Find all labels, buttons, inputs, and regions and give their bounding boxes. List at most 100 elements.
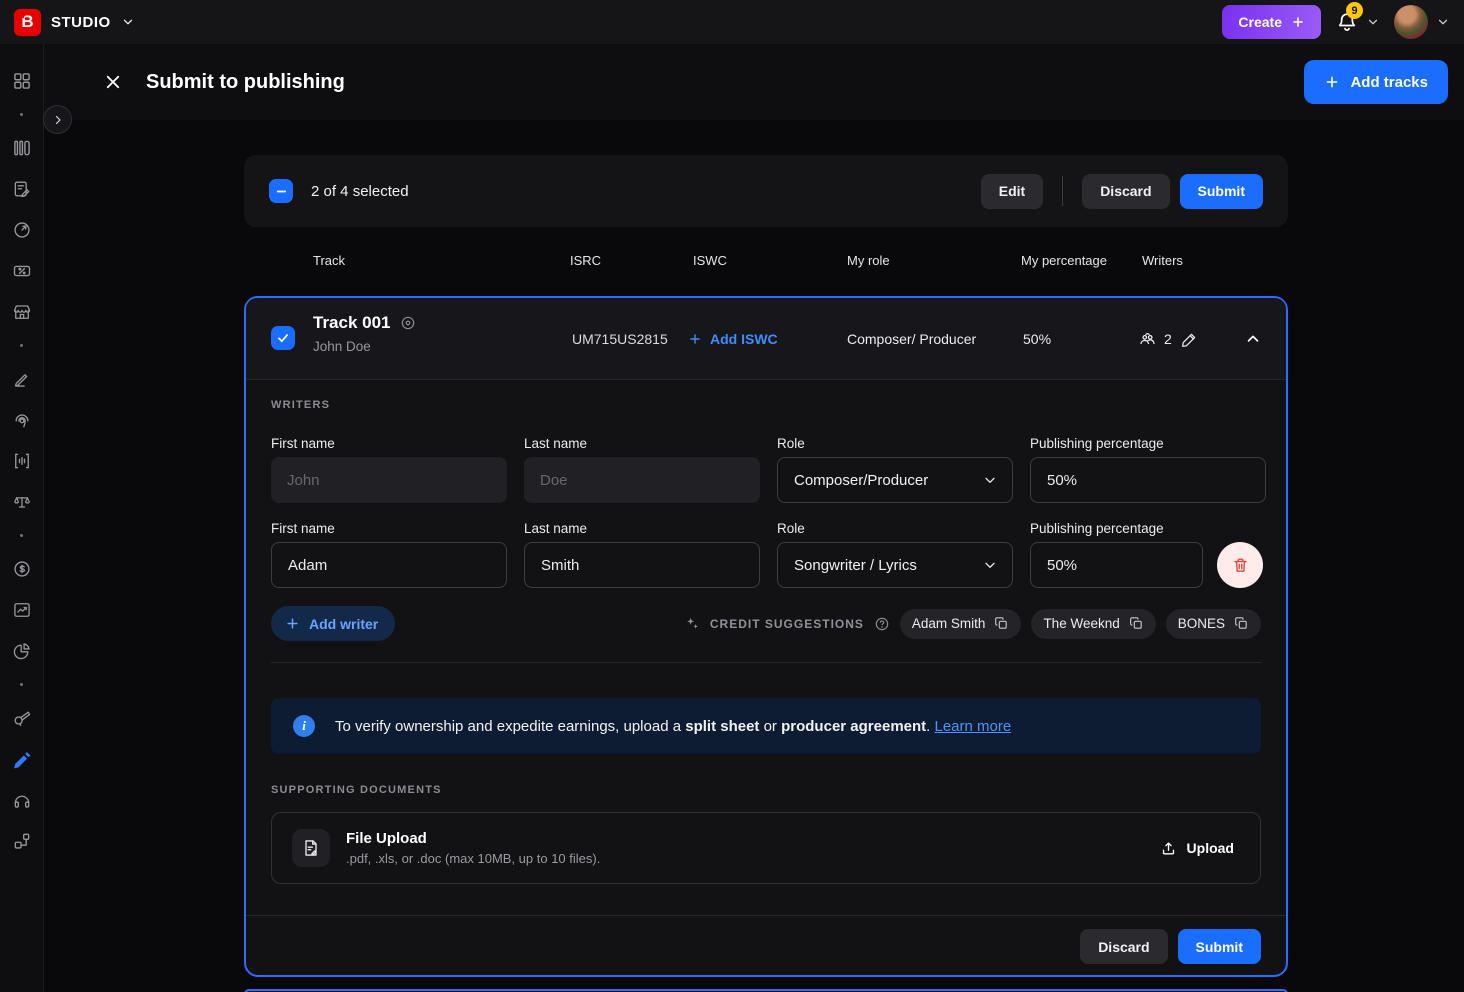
edit-button[interactable]: Edit [981,174,1043,209]
role-select-value: Songwriter / Lyrics [794,557,917,574]
first-name-input[interactable] [271,542,507,588]
selection-count: 2 of 4 selected [311,183,409,200]
file-upload-title: File Upload [346,830,600,847]
divider [271,662,1261,663]
sidebar-item-library[interactable] [0,127,44,168]
role-select[interactable]: Songwriter / Lyrics [777,542,1013,588]
topbar: B★ STUDIO Create 9 [0,0,1464,44]
sidebar-item-masters[interactable] [0,399,44,440]
pie-chart-icon [12,641,32,661]
collapse-track-button[interactable] [1244,298,1262,380]
sidebar-item-splits[interactable] [0,481,44,522]
credit-chip[interactable]: The Weeknd [1031,609,1155,639]
plus-icon [1291,15,1305,29]
credit-suggestions-label: CREDIT SUGGESTIONS [710,617,864,631]
help-icon[interactable] [874,616,890,632]
writers-count: 2 [1138,298,1172,380]
sidebar-item-deals[interactable] [0,250,44,291]
delete-writer-button[interactable] [1217,542,1263,588]
credit-chip-label: The Weeknd [1043,616,1119,631]
chevron-right-icon [52,114,64,126]
sidebar-item-write[interactable] [0,358,44,399]
first-name-label: First name [271,521,507,536]
sidebar-item-integrations[interactable] [0,820,44,861]
add-iswc-button[interactable]: Add ISWC [688,298,778,380]
notification-badge: 9 [1346,2,1363,19]
publishing-percentage-label: Publishing percentage [1030,436,1266,451]
sidebar-separator [0,101,44,127]
publishing-percentage-input[interactable] [1030,542,1203,588]
discard-selected-button[interactable]: Discard [1082,174,1169,209]
sidebar-item-dashboard[interactable] [0,60,44,101]
brand-name: STUDIO [51,14,111,31]
disc-icon [400,315,416,331]
create-button[interactable]: Create [1222,5,1321,39]
account-menu[interactable] [1394,5,1450,39]
column-writers: Writers [1142,253,1183,268]
plus-icon [1324,74,1340,90]
sidebar-item-meter[interactable] [0,209,44,250]
copy-icon [1129,616,1144,631]
app-screen: B★ STUDIO Create 9 [0,0,1464,992]
submit-button[interactable]: Submit [1178,929,1261,964]
track-my-percentage: 50% [1023,298,1051,380]
credit-chip-label: BONES [1178,616,1225,631]
chevron-down-icon [1366,15,1380,29]
document-icon-box [292,829,330,867]
chevron-down-icon [1436,15,1450,29]
upload-button[interactable]: Upload [1150,832,1244,865]
sidebar-item-promote[interactable] [0,697,44,738]
card-footer: Discard Submit [1080,929,1261,964]
close-button[interactable] [102,71,124,93]
avatar [1394,5,1428,39]
edit-track-button[interactable] [1180,298,1199,380]
role-select[interactable]: Composer/Producer [777,457,1013,503]
sidebar-item-sessions[interactable] [0,779,44,820]
topbar-right: Create 9 [1222,5,1450,39]
trash-icon [1231,556,1250,575]
close-icon [104,73,122,91]
publishing-percentage-input[interactable] [1030,457,1266,503]
track-title: Track 001 [313,313,391,333]
last-name-input[interactable] [524,542,760,588]
last-name-input[interactable] [524,457,760,503]
sidebar-item-distribution[interactable] [0,630,44,671]
first-name-input[interactable] [271,457,507,503]
add-writer-button[interactable]: Add writer [271,606,395,641]
upload-icon [1160,840,1177,857]
credit-chip[interactable]: Adam Smith [900,609,1022,639]
info-icon: i [293,715,315,737]
credit-chip[interactable]: BONES [1166,609,1261,639]
sidebar-item-earnings[interactable] [0,548,44,589]
discard-button[interactable]: Discard [1080,929,1167,964]
plus-icon [285,616,300,631]
sidebar-separator [0,522,44,548]
sidebar-separator [0,671,44,697]
add-iswc-label: Add ISWC [710,331,778,347]
track-card: Track 001 John Doe UM715US2815 Add ISWC … [244,296,1288,977]
brand-menu[interactable]: B★ STUDIO [14,9,135,36]
select-all-checkbox[interactable] [269,179,293,203]
pen-icon [12,369,32,389]
meter-icon [12,220,32,240]
notifications-menu[interactable]: 9 [1335,10,1380,34]
sidebar-item-publishing[interactable] [0,738,44,779]
sidebar-item-insights[interactable] [0,589,44,630]
credit-chip-label: Adam Smith [912,616,986,631]
add-tracks-button[interactable]: Add tracks [1304,60,1448,104]
sidebar-item-sounds[interactable] [0,440,44,481]
sidebar-item-notes[interactable] [0,168,44,209]
sparkle-icon [685,616,700,631]
headphones-icon [12,790,32,810]
sidebar-expand-button[interactable] [43,105,72,134]
table-header: Track ISRC ISWC My role My percentage Wr… [244,253,1288,277]
learn-more-link[interactable]: Learn more [935,718,1012,735]
divider [1062,176,1063,206]
submit-selected-button[interactable]: Submit [1180,174,1263,209]
info-banner: i To verify ownership and expedite earni… [271,698,1261,754]
writers-heading: WRITERS [271,399,330,411]
page-title: Submit to publishing [146,71,345,94]
file-upload-dropzone[interactable]: File Upload .pdf, .xls, or .doc (max 10M… [271,812,1261,884]
sidebar-item-store[interactable] [0,291,44,332]
track-checkbox[interactable] [271,326,295,350]
